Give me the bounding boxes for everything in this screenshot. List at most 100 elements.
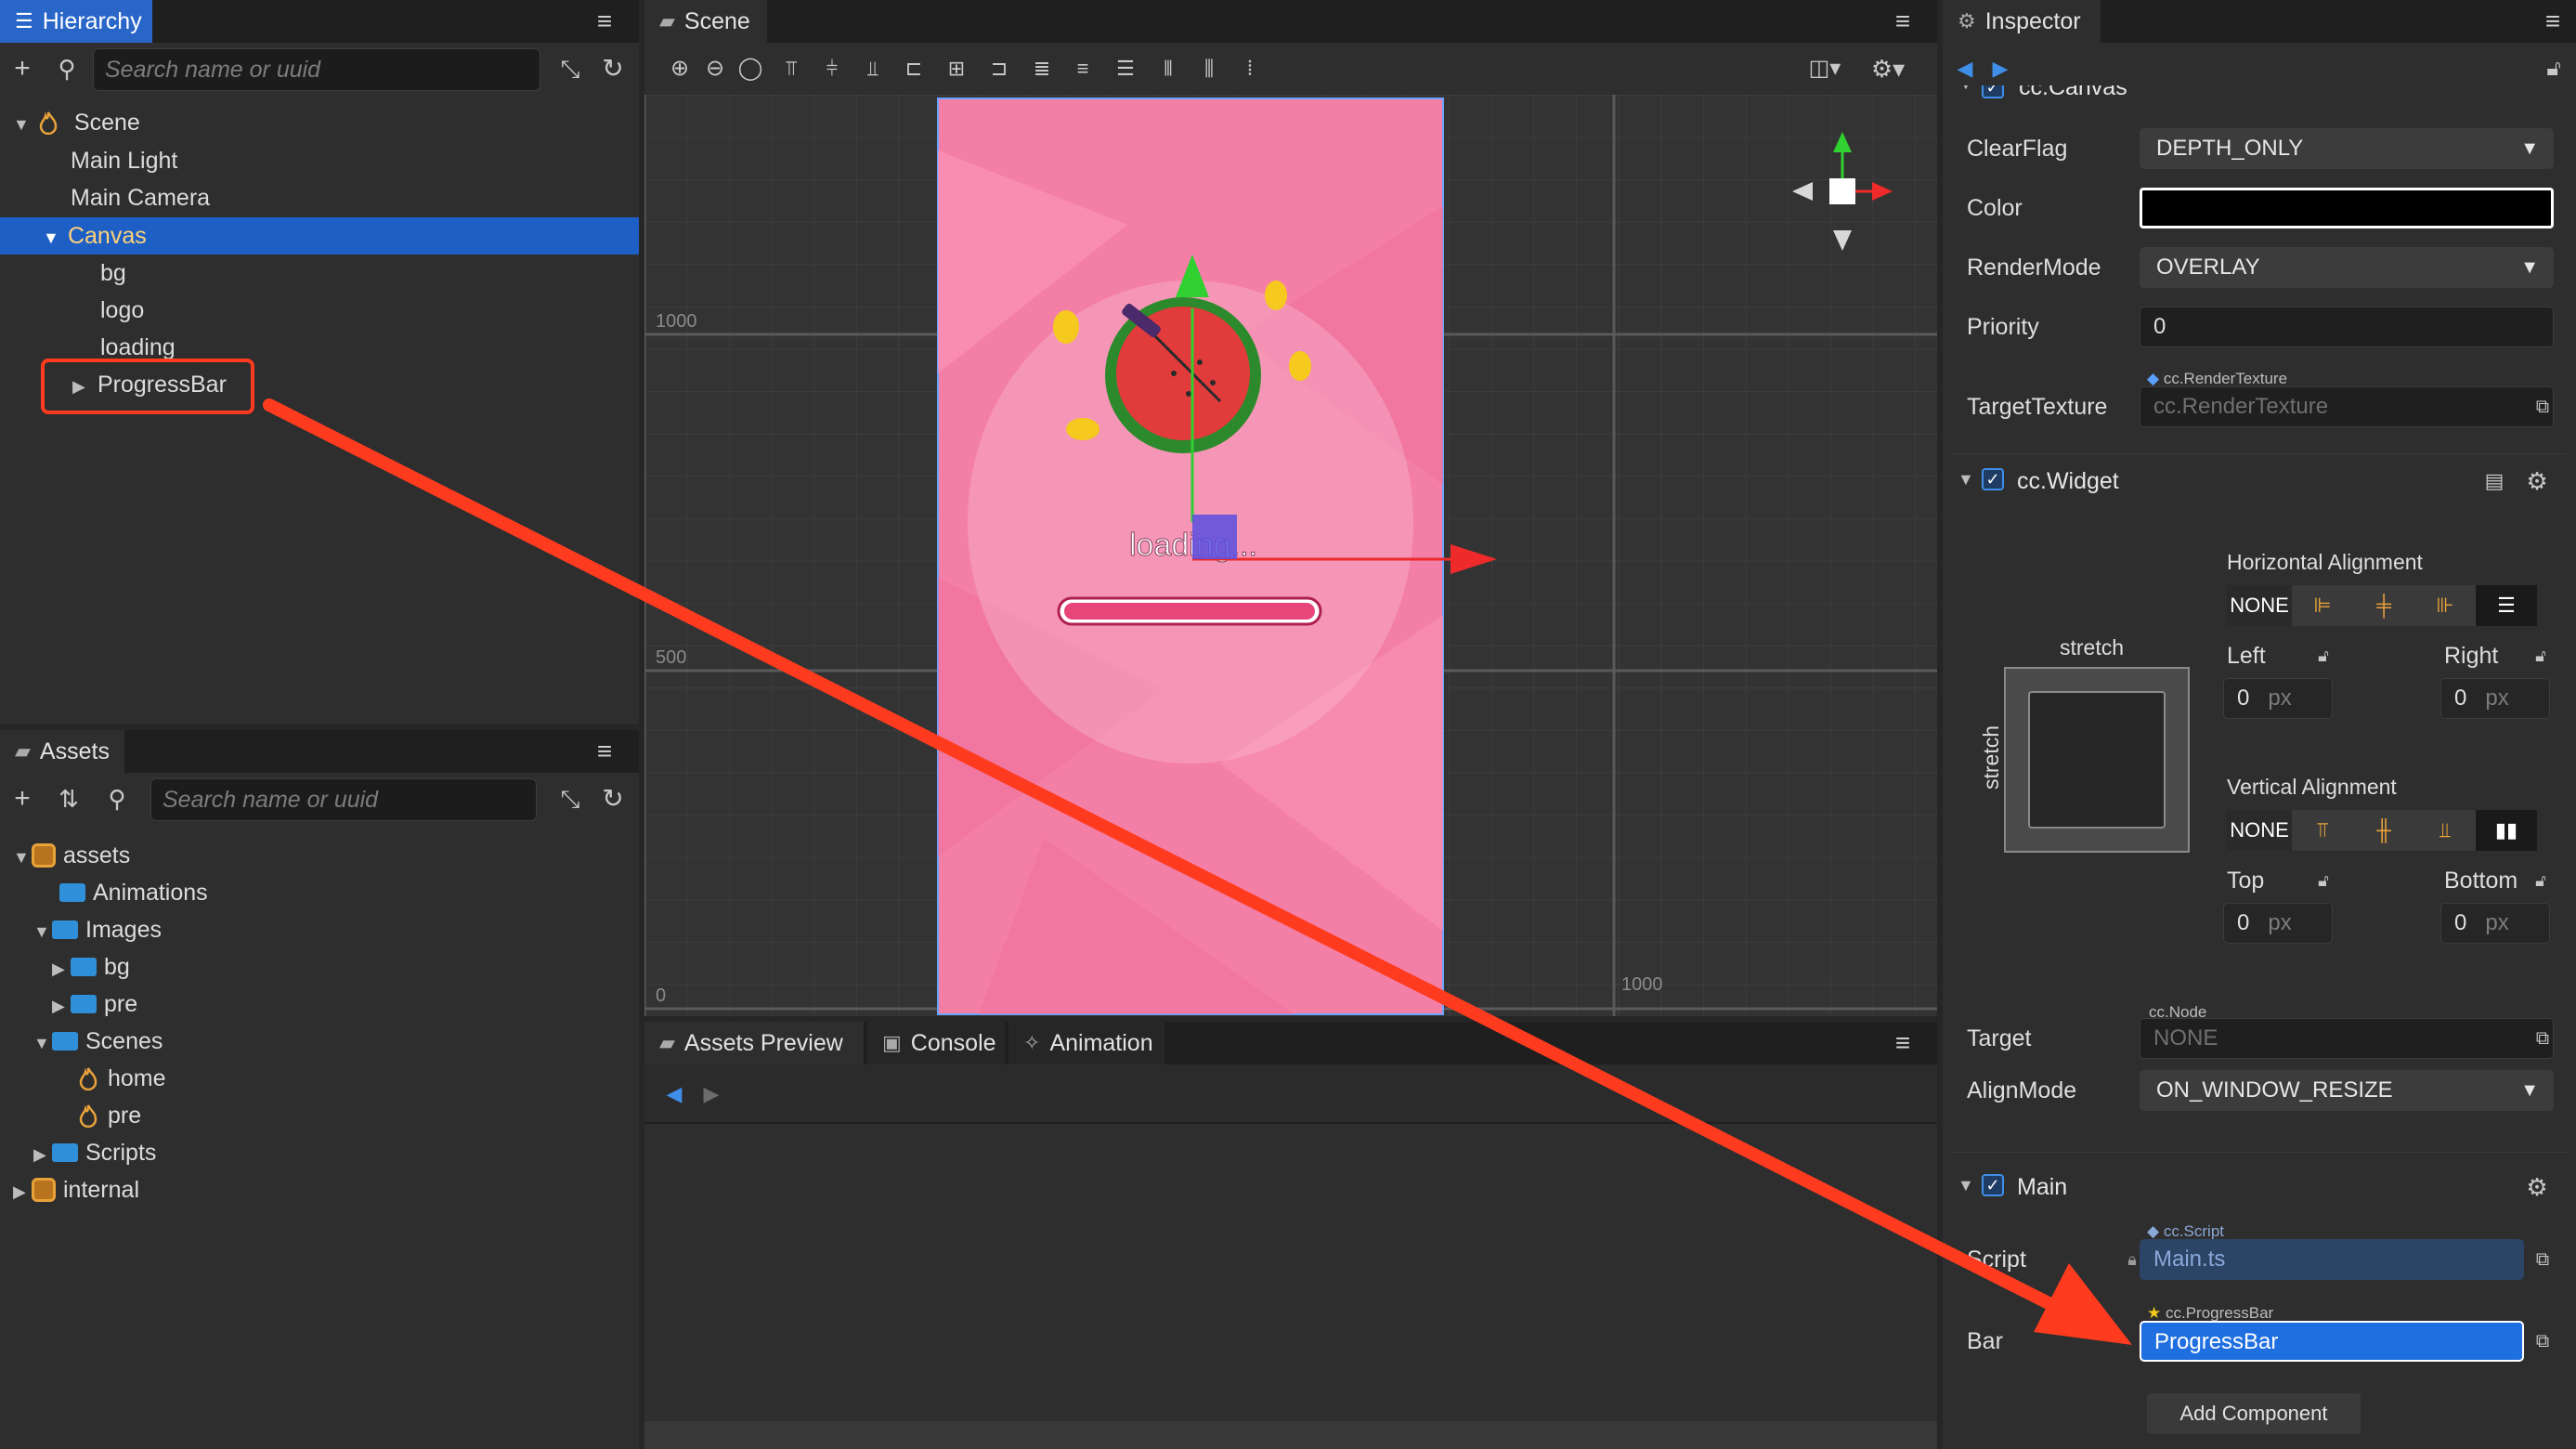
rendermode-dropdown[interactable]: OVERLAY ▼ — [2140, 247, 2554, 288]
refresh-icon[interactable]: ↻ — [594, 780, 631, 817]
right-input[interactable]: 0 px — [2440, 678, 2550, 719]
assets-search-input[interactable]: Search name or uuid — [150, 778, 537, 821]
expanded-icon[interactable]: ▼ — [1958, 1176, 1976, 1195]
tree-item-main-light[interactable]: Main Light — [71, 143, 177, 178]
scene-viewport[interactable]: 1000 500 0 0 500 1000 loading... — [644, 95, 1937, 1016]
add-icon[interactable]: + — [4, 50, 41, 87]
preview-scrollbar[interactable] — [644, 1421, 1937, 1449]
zoom-out-icon[interactable]: ⊖ — [696, 50, 734, 87]
collapsed-icon[interactable]: ▶ — [52, 951, 71, 986]
align-left-icon[interactable]: ⊏ — [895, 50, 932, 87]
v-align-bottom-button[interactable]: ⫫ — [2414, 810, 2476, 851]
align-vcenter-icon[interactable]: ⫩ — [813, 50, 851, 87]
distribute-right-icon[interactable]: ⦙ — [1231, 50, 1268, 87]
distribute-top-icon[interactable]: ≣ — [1023, 50, 1060, 87]
lock-open-icon[interactable]: 🔓︎ — [2305, 637, 2342, 674]
expanded-icon[interactable]: ▼ — [33, 914, 52, 949]
distribute-vcenter-icon[interactable]: ≡ — [1064, 50, 1101, 87]
target-texture-field[interactable]: cc.RenderTexture — [2140, 386, 2554, 427]
asset-item-assets[interactable]: ▼ assets — [13, 838, 130, 873]
add-icon[interactable]: + — [4, 780, 41, 817]
zoom-reset-icon[interactable]: ◯ — [732, 50, 769, 87]
zoom-in-icon[interactable]: ⊕ — [661, 50, 698, 87]
book-icon[interactable]: ▤ — [2476, 463, 2513, 500]
gizmo-center-handle[interactable] — [1192, 515, 1237, 559]
expanded-icon[interactable]: ▼ — [43, 220, 61, 255]
canvas-component-header[interactable]: ▼ ✓ cc.Canvas — [1943, 85, 2576, 106]
asset-item-bg[interactable]: ▶ bg — [52, 949, 130, 985]
left-input[interactable]: 0 px — [2223, 678, 2333, 719]
collapsed-icon[interactable]: ▶ — [33, 1137, 52, 1172]
main-enabled-checkbox[interactable]: ✓ — [1982, 1174, 2004, 1196]
back-arrow-icon[interactable]: ◀ — [656, 1076, 693, 1113]
h-align-left-button[interactable]: ⊫ — [2292, 585, 2353, 626]
collapsed-icon[interactable]: ▶ — [13, 1174, 32, 1209]
refresh-icon[interactable]: ↻ — [594, 50, 631, 87]
tab-assets-preview[interactable]: ▰ Assets Preview — [644, 1022, 864, 1064]
expanded-icon[interactable]: ▼ — [13, 840, 32, 875]
lock-open-icon[interactable]: 🔓︎ — [2522, 637, 2559, 674]
hierarchy-menu-icon[interactable]: ≡ — [589, 6, 620, 37]
hierarchy-search-input[interactable]: Search name or uuid — [93, 48, 540, 91]
tree-item-canvas[interactable]: ▼ Canvas — [43, 218, 147, 254]
assets-menu-icon[interactable]: ≡ — [589, 736, 620, 767]
unlock-icon[interactable]: 🔓︎ — [2535, 50, 2572, 87]
asset-picker-icon[interactable]: ⧉ — [2524, 1241, 2561, 1278]
forward-arrow-icon[interactable]: ▶ — [1982, 50, 2019, 87]
expanded-icon[interactable]: ▼ — [1958, 470, 1976, 490]
gear-icon[interactable]: ⚙▾ — [1863, 50, 1913, 87]
tab-assets[interactable]: ▰ Assets — [0, 730, 124, 773]
distribute-hcenter-icon[interactable]: ⫼ — [1190, 50, 1228, 87]
lock-open-icon[interactable]: 🔓︎ — [2522, 862, 2559, 899]
widget-enabled-checkbox[interactable]: ✓ — [1982, 468, 2004, 490]
clearflag-dropdown[interactable]: DEPTH_ONLY ▼ — [2140, 128, 2554, 169]
distribute-left-icon[interactable]: ⦀ — [1150, 50, 1187, 87]
tree-item-scene[interactable]: ▼ Scene — [13, 105, 140, 140]
color-swatch[interactable] — [2140, 188, 2554, 228]
v-align-top-button[interactable]: ⫪ — [2292, 810, 2353, 851]
asset-item-pre-scene[interactable]: pre — [78, 1098, 141, 1133]
align-right-icon[interactable]: ⊐ — [981, 50, 1018, 87]
target-field[interactable]: NONE — [2140, 1018, 2554, 1059]
asset-item-home[interactable]: home — [78, 1061, 166, 1096]
top-input[interactable]: 0 px — [2223, 903, 2333, 944]
distribute-bottom-icon[interactable]: ☰ — [1107, 50, 1144, 87]
canvas-enabled-checkbox[interactable]: ✓ — [1982, 85, 2004, 98]
asset-item-animations[interactable]: Animations — [59, 875, 208, 910]
tree-item-main-camera[interactable]: Main Camera — [71, 180, 210, 215]
forward-arrow-icon[interactable]: ▶ — [693, 1076, 730, 1113]
asset-item-internal[interactable]: ▶ internal — [13, 1172, 139, 1208]
gear-icon[interactable]: ⚙ — [2518, 463, 2556, 500]
tab-inspector[interactable]: ⚙ Inspector — [1943, 0, 2101, 43]
gear-icon[interactable]: ⚙ — [2518, 1168, 2556, 1206]
back-arrow-icon[interactable]: ◀ — [1946, 50, 1984, 87]
h-align-center-button[interactable]: ╪ — [2353, 585, 2414, 626]
search-icon[interactable]: ⚲ — [98, 780, 136, 817]
align-hcenter-icon[interactable]: ⊞ — [938, 50, 975, 87]
asset-item-scripts[interactable]: ▶ Scripts — [33, 1135, 156, 1170]
expanded-icon[interactable]: ▼ — [13, 107, 32, 142]
v-align-middle-button[interactable]: ╫ — [2353, 810, 2414, 851]
alignmode-dropdown[interactable]: ON_WINDOW_RESIZE ▼ — [2140, 1070, 2554, 1111]
inspector-menu-icon[interactable]: ≡ — [2537, 6, 2569, 37]
scene-menu-icon[interactable]: ≡ — [1887, 6, 1919, 37]
camera-icon[interactable]: ◫▾ — [1800, 50, 1850, 87]
align-bottom-icon[interactable]: ⫫ — [854, 50, 891, 87]
asset-item-images[interactable]: ▼ Images — [33, 912, 162, 947]
bottom-input[interactable]: 0 px — [2440, 903, 2550, 944]
tab-hierarchy[interactable]: ☰ Hierarchy — [0, 0, 152, 43]
v-align-stretch-button[interactable]: ▮▮ — [2476, 810, 2537, 851]
bar-field[interactable]: ProgressBar — [2140, 1321, 2524, 1362]
collapse-icon[interactable]: ⤡ — [552, 50, 589, 87]
expanded-icon[interactable]: ▼ — [33, 1025, 52, 1061]
script-field[interactable]: Main.ts — [2140, 1239, 2524, 1280]
add-component-button[interactable]: Add Component — [2147, 1393, 2361, 1434]
asset-item-pre-folder[interactable]: ▶ pre — [52, 986, 137, 1022]
priority-input[interactable]: 0 — [2140, 307, 2554, 347]
sort-icon[interactable]: ⇅ — [50, 780, 87, 817]
align-top-icon[interactable]: ⫪ — [773, 50, 810, 87]
search-icon[interactable]: ⚲ — [48, 50, 85, 87]
tab-console[interactable]: ▣ Console — [867, 1022, 1005, 1064]
bottom-menu-icon[interactable]: ≡ — [1887, 1027, 1919, 1059]
tree-item-logo[interactable]: logo — [100, 293, 144, 328]
